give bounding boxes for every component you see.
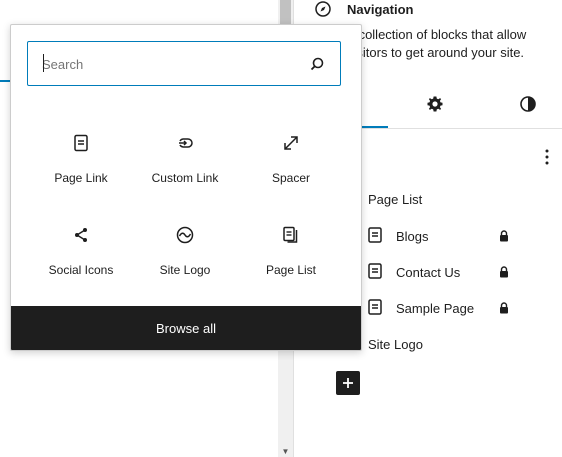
- list-item-sample-page[interactable]: Sample Page: [396, 301, 474, 316]
- block-label: Site Logo: [159, 263, 211, 277]
- list-item-page-list[interactable]: Page List: [368, 192, 422, 207]
- lock-icon: [500, 230, 508, 242]
- lock-icon: [500, 302, 508, 314]
- spacer-icon: [284, 136, 298, 150]
- block-label: Page Link: [54, 171, 108, 185]
- styles-contrast-icon[interactable]: [519, 95, 537, 113]
- search-icon: [310, 57, 324, 71]
- block-label: Social Icons: [48, 263, 114, 277]
- page-icon: [74, 134, 88, 152]
- lock-icon: [500, 266, 508, 278]
- block-label: Spacer: [271, 171, 311, 185]
- browse-all-button[interactable]: Browse all: [11, 306, 361, 350]
- block-item-spacer[interactable]: Spacer: [241, 125, 341, 205]
- text-caret: [43, 54, 44, 72]
- page-icon: [368, 263, 382, 279]
- block-description: A collection of blocks that allow visito…: [347, 27, 527, 60]
- block-item-site-logo[interactable]: Site Logo: [135, 217, 235, 297]
- block-item-page-link[interactable]: Page Link: [31, 125, 131, 205]
- block-label: Page List: [265, 263, 317, 277]
- more-options-icon[interactable]: [538, 148, 556, 166]
- list-item-site-logo[interactable]: Site Logo: [368, 337, 423, 352]
- list-item-blogs[interactable]: Blogs: [396, 229, 429, 244]
- custom-link-icon: [179, 138, 193, 148]
- site-logo-icon: [176, 226, 194, 244]
- block-label: Custom Link: [151, 171, 219, 185]
- canvas-accent-line: [0, 80, 10, 82]
- compass-icon: [315, 1, 331, 17]
- block-item-page-list[interactable]: Page List: [241, 217, 341, 297]
- page-icon: [368, 227, 382, 243]
- share-icon: [75, 228, 87, 242]
- gear-icon[interactable]: [426, 95, 444, 113]
- block-inserter-popover: Page Link Custom Link Spacer Social Icon…: [10, 24, 362, 351]
- block-item-social-icons[interactable]: Social Icons: [31, 217, 131, 297]
- search-input[interactable]: [42, 54, 282, 74]
- scroll-down-arrow[interactable]: ▼: [280, 447, 291, 457]
- block-item-custom-link[interactable]: Custom Link: [135, 125, 235, 205]
- plus-icon: [343, 378, 353, 388]
- block-title: Navigation: [347, 2, 414, 17]
- add-block-button[interactable]: [336, 371, 360, 395]
- page-list-icon: [283, 226, 298, 243]
- search-box[interactable]: [27, 41, 341, 86]
- page-icon: [368, 299, 382, 315]
- list-item-contact-us[interactable]: Contact Us: [396, 265, 460, 280]
